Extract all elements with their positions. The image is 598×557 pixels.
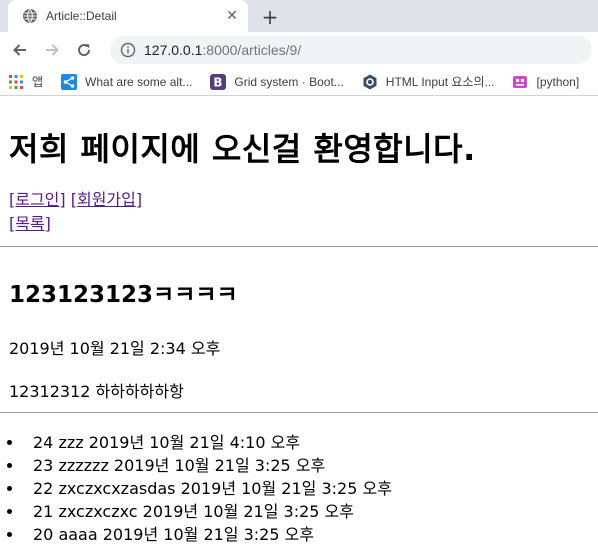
bookmark-label: 앱 (32, 75, 44, 89)
url-path: :8000/articles/9/ (202, 42, 302, 58)
page-content: 저희 페이지에 오신걸 환영합니다. [로그인] [회원가입] [목록] 123… (0, 124, 598, 546)
page-title: 저희 페이지에 오신걸 환영합니다. (9, 130, 476, 168)
bookmark-label: HTML Input 요소의... (385, 75, 495, 89)
tab-strip: Article::Detail ✕ + (0, 0, 598, 32)
new-tab-button[interactable]: + (258, 5, 282, 29)
browser-toolbar: 127.0.0.1:8000/articles/9/ (0, 32, 598, 68)
svg-text:B: B (214, 75, 223, 89)
comment-item: 23 zzzzzz 2019년 10월 21일 3:25 오후 (24, 454, 598, 477)
apps-grid-icon (8, 74, 24, 90)
comment-item: 20 aaaa 2019년 10월 21일 3:25 오후 (24, 523, 598, 546)
article-body: 12312312 하하하하하항 (9, 382, 184, 401)
share-icon (61, 73, 78, 90)
comment-item: 22 zxczxcxzasdas 2019년 10월 21일 3:25 오후 (24, 477, 598, 500)
address-bar[interactable]: 127.0.0.1:8000/articles/9/ (110, 36, 592, 64)
reload-button[interactable] (70, 36, 98, 64)
list-link[interactable]: [목록] (9, 214, 51, 233)
bookmark-apps[interactable]: 앱 (8, 73, 43, 90)
article-date: 2019년 10월 21일 2:34 오후 (9, 339, 221, 358)
comment-item: 24 zzz 2019년 10월 21일 4:10 오후 (24, 431, 598, 454)
bookmark-grid-system[interactable]: B Grid system · Boot... (210, 73, 344, 90)
article-title: 123123123ㅋㅋㅋㅋ (9, 282, 238, 308)
login-link[interactable]: [로그인] (9, 190, 66, 209)
forward-button[interactable] (38, 36, 66, 64)
bracket-logo-icon (512, 74, 528, 90)
bookmark-label: What are some alt... (85, 74, 193, 89)
divider (0, 412, 598, 413)
arrow-left-icon (13, 44, 26, 56)
close-tab-icon[interactable]: ✕ (224, 8, 240, 24)
signup-link[interactable]: [회원가입] (71, 190, 142, 209)
comment-list: 24 zzz 2019년 10월 21일 4:10 오후 23 zzzzzz 2… (9, 431, 598, 546)
divider (0, 246, 598, 247)
comment-item: 21 zxczxczxc 2019년 10월 21일 3:25 오후 (24, 500, 598, 523)
tab-title: Article::Detail (46, 9, 117, 23)
bookmark-label: Grid system · Boot... (234, 74, 344, 89)
bookmark-python[interactable]: [python] (512, 74, 579, 90)
bookmarks-bar: 앱 What are some alt... B Grid system · B… (0, 68, 598, 96)
auth-links: [로그인] [회원가입] [목록] (9, 188, 598, 236)
bookmark-label: [python] (536, 74, 580, 89)
reload-icon (78, 44, 91, 57)
bootstrap-icon: B (210, 73, 227, 90)
arrow-right-icon (46, 44, 59, 56)
globe-icon (22, 8, 38, 24)
hexagon-icon (362, 74, 378, 90)
info-icon[interactable] (120, 42, 136, 58)
bookmark-html-input[interactable]: HTML Input 요소의... (362, 73, 495, 90)
url-host: 127.0.0.1 (144, 42, 203, 58)
bookmark-what-are-some-alt[interactable]: What are some alt... (61, 73, 193, 90)
browser-tab[interactable]: Article::Detail ✕ (8, 0, 248, 32)
back-button[interactable] (6, 36, 34, 64)
